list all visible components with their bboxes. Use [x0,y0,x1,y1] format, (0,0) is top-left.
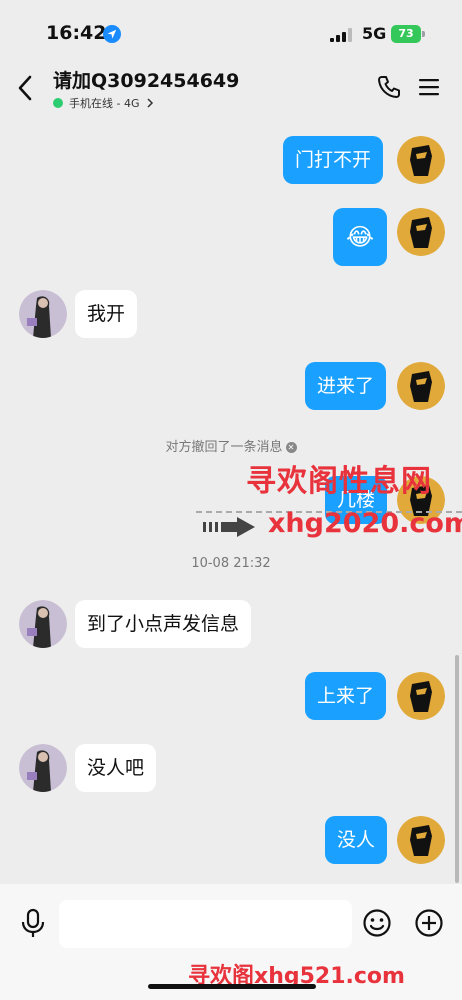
presence-status[interactable]: 手机在线 - 4G [53,95,155,111]
contact-avatar[interactable] [19,600,67,648]
presence-text: 手机在线 - 4G [69,97,140,110]
online-dot-icon [53,98,63,108]
message-bubble[interactable]: 进来了 [305,362,387,410]
close-icon: ✕ [285,442,297,453]
message-bubble[interactable]: 没人吧 [75,744,157,792]
plus-icon[interactable] [414,908,444,938]
home-indicator[interactable] [148,984,316,989]
message-bubble[interactable]: 没人 [325,816,388,864]
chevron-right-icon [146,98,153,108]
battery-level: 73 [391,25,421,43]
my-avatar[interactable] [397,136,445,184]
status-time: 16:42 [46,22,107,44]
phone-icon[interactable] [376,74,402,100]
scrollbar[interactable] [455,655,459,883]
emoji-message-bubble[interactable]: 😂 [333,208,387,266]
menu-icon[interactable] [418,76,440,98]
my-avatar[interactable] [397,672,445,720]
recall-notice-text: 对方撤回了一条消息 [165,440,283,455]
emoji-icon[interactable] [362,908,392,938]
arrow-right-icon [203,517,255,537]
timestamp: 10-08 21:32 [191,556,271,571]
chat-header: 请加Q3092454649 手机在线 - 4G [0,58,462,114]
watermark-url: xhg2020.com [268,508,462,539]
my-avatar[interactable] [397,208,445,256]
message-bubble[interactable]: 门打不开 [283,136,384,184]
microphone-icon[interactable] [20,908,46,938]
my-avatar[interactable] [397,816,445,864]
chat-area[interactable]: 门打不开 😂 我开 进来了 对方撤回了一条消息 ✕ 几楼 寻欢阁性息网 xhg20… [0,114,462,884]
battery-cap [422,31,425,37]
message-bubble[interactable]: 我开 [75,290,138,338]
my-avatar[interactable] [397,362,445,410]
recall-notice: 对方撤回了一条消息 ✕ [0,436,462,455]
message-bubble[interactable]: 到了小点声发信息 [75,600,252,648]
contact-avatar[interactable] [19,744,67,792]
contact-name[interactable]: 请加Q3092454649 [53,66,239,93]
watermark-title: 寻欢阁性息网 [246,464,432,499]
message-input[interactable] [59,900,352,948]
battery-icon: 73 [391,25,425,43]
signal-icon [330,28,352,42]
network-type: 5G [362,24,387,43]
contact-avatar[interactable] [19,290,67,338]
input-bar: 寻欢阁xhg521.com [0,884,462,1000]
laughing-emoji: 😂 [345,223,375,251]
location-arrow-icon [103,25,121,43]
back-chevron-icon[interactable] [14,74,38,102]
status-bar: 16:42 5G 73 [0,0,462,58]
message-bubble[interactable]: 上来了 [305,672,387,720]
